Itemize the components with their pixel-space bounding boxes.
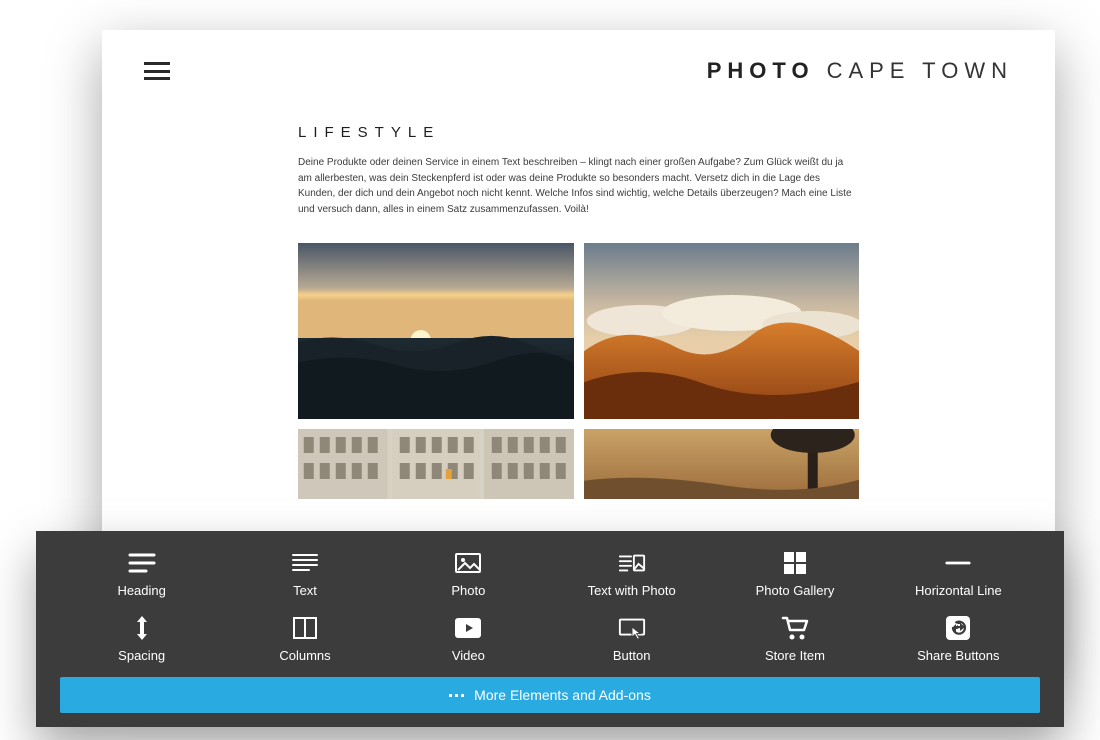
more-dots-icon	[449, 694, 464, 697]
gallery-tile[interactable]	[584, 429, 860, 499]
tool-columns[interactable]: Columns	[223, 616, 386, 663]
tool-button[interactable]: Button	[550, 616, 713, 663]
share-buttons-icon	[944, 616, 972, 640]
tool-store-item[interactable]: Store Item	[713, 616, 876, 663]
tool-share-buttons[interactable]: Share Buttons	[877, 616, 1040, 663]
store-item-icon	[781, 616, 809, 640]
elements-toolbar: Heading Text Photo	[36, 531, 1064, 727]
button-icon	[618, 616, 646, 640]
gallery-tile[interactable]	[298, 429, 574, 499]
tool-label: Video	[452, 648, 485, 663]
gallery-tile[interactable]	[298, 243, 574, 419]
tool-photo[interactable]: Photo	[387, 551, 550, 598]
photo-gallery-icon	[781, 551, 809, 575]
tool-label: Spacing	[118, 648, 165, 663]
site-title-bold: PHOTO	[707, 58, 815, 84]
tool-heading[interactable]: Heading	[60, 551, 223, 598]
tool-label: Photo	[451, 583, 485, 598]
text-with-photo-icon	[618, 551, 646, 575]
more-elements-label: More Elements and Add-ons	[474, 687, 651, 703]
section-description: Deine Produkte oder deinen Service in ei…	[298, 155, 859, 217]
tool-label: Store Item	[765, 648, 825, 663]
text-icon	[291, 551, 319, 575]
tool-horizontal-line[interactable]: Horizontal Line	[877, 551, 1040, 598]
toolbar-grid: Heading Text Photo	[60, 551, 1040, 663]
tool-label: Share Buttons	[917, 648, 999, 663]
photo-gallery-preview	[298, 243, 859, 499]
gallery-tile[interactable]	[584, 243, 860, 419]
tool-text-with-photo[interactable]: Text with Photo	[550, 551, 713, 598]
tool-spacing[interactable]: Spacing	[60, 616, 223, 663]
section-heading: LIFESTYLE	[298, 124, 859, 141]
tool-label: Photo Gallery	[756, 583, 835, 598]
spacing-icon	[128, 616, 156, 640]
tool-photo-gallery[interactable]: Photo Gallery	[713, 551, 876, 598]
hamburger-menu-icon[interactable]	[144, 62, 170, 80]
tool-label: Columns	[279, 648, 330, 663]
tool-label: Horizontal Line	[915, 583, 1002, 598]
horizontal-line-icon	[944, 551, 972, 575]
photo-icon	[454, 551, 482, 575]
columns-icon	[291, 616, 319, 640]
content-area: LIFESTYLE Deine Produkte oder deinen Ser…	[102, 84, 1055, 499]
tool-label: Heading	[117, 583, 165, 598]
tool-label: Text	[293, 583, 317, 598]
site-title: PHOTO CAPE TOWN	[707, 58, 1013, 84]
more-elements-button[interactable]: More Elements and Add-ons	[60, 677, 1040, 713]
site-title-thin: CAPE TOWN	[827, 58, 1013, 84]
tool-label: Text with Photo	[588, 583, 676, 598]
tool-label: Button	[613, 648, 651, 663]
video-icon	[454, 616, 482, 640]
tool-video[interactable]: Video	[387, 616, 550, 663]
tool-text[interactable]: Text	[223, 551, 386, 598]
heading-icon	[128, 551, 156, 575]
